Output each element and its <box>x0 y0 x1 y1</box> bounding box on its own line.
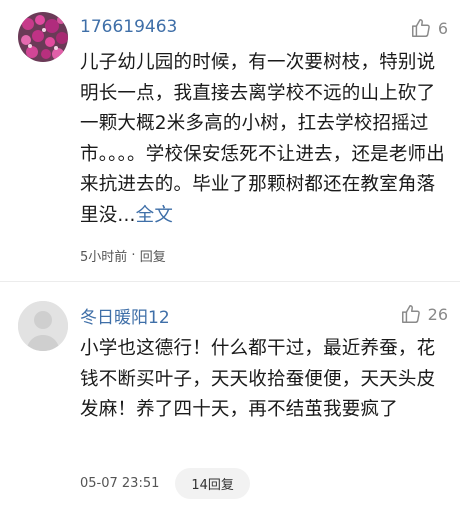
comment-time: 05-07 23:51 <box>80 476 160 491</box>
comment-text: 儿子幼儿园的时候，有一次要树枝，特别说明长一点，我直接去离学校不远的山上砍了一颗… <box>80 48 452 231</box>
comment-time: 5小时前 <box>80 250 128 265</box>
like-button[interactable]: 26 <box>400 303 448 325</box>
comment-text: 小学也这德行！什么都干过，最近养蚕，花钱不断买叶子，天天收拾蚕便便，天天头皮发麻… <box>80 338 436 420</box>
like-count: 6 <box>437 18 448 38</box>
divider <box>0 281 460 282</box>
thumbs-up-icon <box>411 19 430 37</box>
username[interactable]: 冬日暖阳12 <box>80 303 170 328</box>
full-text-link[interactable]: 全文 <box>136 205 173 226</box>
like-count: 26 <box>427 304 448 324</box>
username[interactable]: 176619463 <box>80 17 177 37</box>
comment-meta: 05-07 23:51 14回复 <box>80 468 250 499</box>
comment-item: 176619463 6 儿子幼儿园的时候，有一次要树枝，特别说明长一点，我直接去… <box>0 0 460 280</box>
user-avatar[interactable] <box>18 301 68 351</box>
thumbs-up-icon <box>401 305 420 323</box>
user-avatar[interactable] <box>18 12 68 62</box>
reply-count-button[interactable]: 14回复 <box>175 468 250 499</box>
like-button[interactable]: 6 <box>410 17 448 39</box>
comment-item: 冬日暖阳12 26 小学也这德行！什么都干过，最近养蚕，花钱不断买叶子，天天收拾… <box>0 284 460 520</box>
meta-separator: · <box>127 248 140 263</box>
reply-button[interactable]: 回复 <box>140 246 166 265</box>
comment-meta: 5小时前 · 回复 <box>80 246 166 265</box>
comment-body: 儿子幼儿园的时候，有一次要树枝，特别说明长一点，我直接去离学校不远的山上砍了一颗… <box>80 52 445 226</box>
